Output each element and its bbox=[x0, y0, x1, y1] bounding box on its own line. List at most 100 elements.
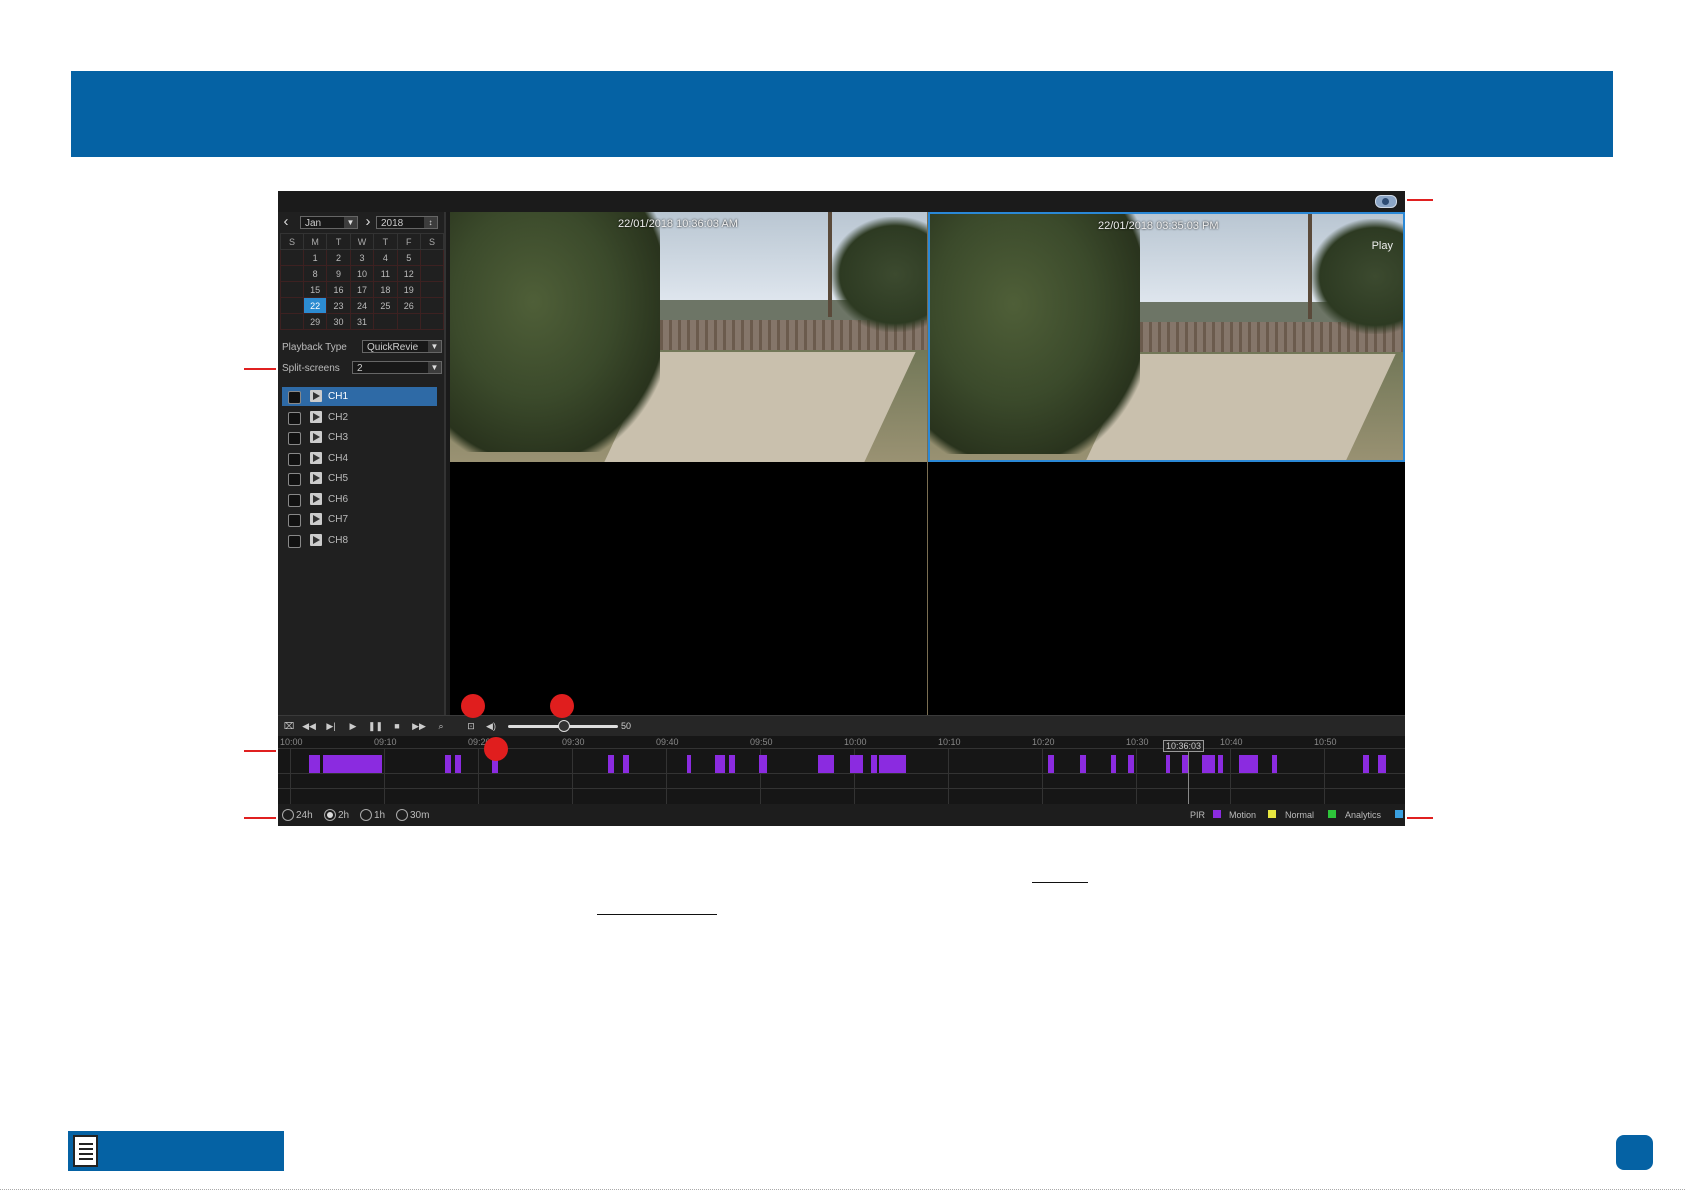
recording-segment[interactable] bbox=[323, 755, 382, 773]
range-2h-radio[interactable] bbox=[324, 809, 336, 821]
play-icon[interactable]: ▶ bbox=[346, 720, 360, 732]
fast-forward-icon[interactable]: ▶▶ bbox=[412, 720, 426, 732]
calendar-day[interactable]: 12 bbox=[396, 265, 421, 282]
calendar-day[interactable]: 19 bbox=[396, 281, 421, 298]
calendar-day[interactable]: 11 bbox=[373, 265, 398, 282]
prev-month-icon[interactable]: ‹ bbox=[280, 214, 292, 230]
recording-segment[interactable] bbox=[1166, 755, 1170, 773]
split-screens-select[interactable]: 2 ▼ bbox=[352, 361, 442, 374]
recording-segment[interactable] bbox=[715, 755, 725, 773]
calendar-day[interactable]: 2 bbox=[326, 249, 351, 266]
recording-segment[interactable] bbox=[1111, 755, 1116, 773]
calendar-day[interactable]: 16 bbox=[326, 281, 351, 298]
year-select[interactable]: 2018 ↕ bbox=[376, 216, 438, 229]
recording-segment[interactable] bbox=[1239, 755, 1258, 773]
channel-play-icon[interactable] bbox=[310, 431, 322, 443]
calendar-day[interactable]: 31 bbox=[349, 313, 375, 330]
channel-play-icon[interactable] bbox=[310, 472, 322, 484]
clip-icon[interactable]: ⌧ bbox=[282, 720, 296, 732]
channel-item[interactable]: CH3 bbox=[282, 428, 437, 447]
channel-play-icon[interactable] bbox=[310, 451, 322, 464]
recording-segment[interactable] bbox=[608, 755, 614, 773]
recording-segment[interactable] bbox=[879, 755, 906, 773]
recording-segment[interactable] bbox=[1128, 755, 1134, 773]
channel-item[interactable]: CH7 bbox=[282, 510, 437, 529]
calendar-day[interactable] bbox=[373, 313, 398, 330]
channel-play-icon[interactable] bbox=[310, 410, 322, 423]
channel-checkbox[interactable] bbox=[288, 411, 301, 425]
recording-segment[interactable] bbox=[1202, 755, 1215, 773]
calendar-day[interactable]: 4 bbox=[373, 249, 398, 266]
calendar-day[interactable]: 5 bbox=[396, 249, 421, 266]
calendar-day[interactable]: 24 bbox=[349, 297, 375, 314]
channel-play-icon[interactable] bbox=[310, 390, 322, 402]
recording-segment[interactable] bbox=[309, 755, 320, 773]
calendar-day-selected[interactable]: 22 bbox=[302, 297, 328, 314]
recording-segment[interactable] bbox=[1048, 755, 1054, 773]
calendar-day[interactable] bbox=[419, 313, 445, 330]
calendar-day[interactable] bbox=[280, 265, 304, 282]
camera-view-1[interactable]: 22/01/2018 10:36:03 AM bbox=[450, 212, 927, 462]
recording-segment[interactable] bbox=[445, 755, 451, 773]
channel-checkbox[interactable] bbox=[288, 473, 301, 486]
calendar-day[interactable]: 25 bbox=[373, 297, 398, 314]
channel-item[interactable]: CH1 bbox=[282, 387, 437, 406]
calendar-day[interactable]: 29 bbox=[302, 313, 328, 330]
calendar-day[interactable]: 17 bbox=[349, 281, 375, 298]
calendar-day[interactable] bbox=[419, 297, 445, 314]
step-back-icon[interactable]: ▶| bbox=[324, 720, 338, 732]
calendar-day[interactable] bbox=[280, 249, 304, 266]
channel-checkbox[interactable] bbox=[288, 432, 301, 445]
calendar-day[interactable] bbox=[419, 249, 445, 266]
recording-segment[interactable] bbox=[729, 755, 735, 773]
recording-segment[interactable] bbox=[623, 755, 629, 773]
calendar-day[interactable]: 1 bbox=[302, 249, 328, 266]
channel-checkbox[interactable] bbox=[288, 493, 301, 507]
recording-segment[interactable] bbox=[850, 755, 863, 773]
recording-segment[interactable] bbox=[687, 755, 691, 773]
channel-checkbox[interactable] bbox=[288, 391, 301, 404]
rewind-icon[interactable]: ◀◀ bbox=[302, 720, 316, 732]
manual-tab[interactable] bbox=[68, 1131, 284, 1171]
stop-icon[interactable]: ■ bbox=[390, 720, 404, 732]
range-1h-radio[interactable] bbox=[360, 809, 372, 821]
calendar-day[interactable] bbox=[280, 297, 304, 314]
calendar-day[interactable] bbox=[419, 281, 445, 298]
channel-play-icon[interactable] bbox=[310, 492, 322, 505]
calendar-day[interactable]: 30 bbox=[326, 313, 351, 330]
zoom-icon[interactable]: ⌕ bbox=[434, 720, 448, 732]
channel-checkbox[interactable] bbox=[288, 534, 301, 548]
timeline-cursor[interactable] bbox=[1188, 746, 1189, 804]
recording-segment[interactable] bbox=[1218, 755, 1223, 773]
recording-segment[interactable] bbox=[818, 755, 834, 773]
channel-item[interactable]: CH2 bbox=[282, 408, 437, 427]
calendar-day[interactable]: 15 bbox=[302, 281, 328, 298]
calendar-day[interactable]: 18 bbox=[373, 281, 398, 298]
exit-playback-icon[interactable] bbox=[1375, 195, 1397, 208]
channel-item[interactable]: CH5 bbox=[282, 469, 437, 488]
calendar-day[interactable]: 9 bbox=[326, 265, 351, 282]
recording-segment[interactable] bbox=[1363, 755, 1369, 773]
volume-slider-handle[interactable] bbox=[558, 720, 570, 732]
calendar-day[interactable]: 3 bbox=[349, 249, 375, 266]
volume-icon[interactable]: ◀) bbox=[484, 720, 498, 732]
range-30m-radio[interactable] bbox=[396, 809, 408, 821]
calendar-day[interactable] bbox=[419, 265, 445, 282]
recording-segment[interactable] bbox=[455, 755, 461, 773]
recording-segment[interactable] bbox=[1378, 755, 1386, 773]
snapshot-icon[interactable]: ⊡ bbox=[464, 720, 478, 732]
recording-segment[interactable] bbox=[1272, 755, 1277, 773]
channel-item[interactable]: CH8 bbox=[282, 531, 437, 550]
calendar-day[interactable]: 8 bbox=[302, 265, 328, 282]
calendar-day[interactable]: 10 bbox=[349, 265, 375, 282]
calendar-day[interactable]: 26 bbox=[396, 297, 421, 314]
month-select[interactable]: Jan ▼ bbox=[300, 216, 358, 229]
recording-segment[interactable] bbox=[759, 755, 767, 773]
timeline[interactable]: 10:36:03 10:00 09:10 09:20 09:30 09:40 09:50 1… bbox=[278, 736, 1405, 804]
calendar-day[interactable] bbox=[280, 281, 304, 298]
playback-type-select[interactable]: QuickRevie ▼ bbox=[362, 340, 442, 353]
pause-icon[interactable]: ❚❚ bbox=[368, 720, 383, 732]
calendar-day[interactable] bbox=[280, 313, 304, 330]
calendar-day[interactable]: 23 bbox=[326, 297, 351, 314]
channel-checkbox[interactable] bbox=[288, 452, 301, 466]
